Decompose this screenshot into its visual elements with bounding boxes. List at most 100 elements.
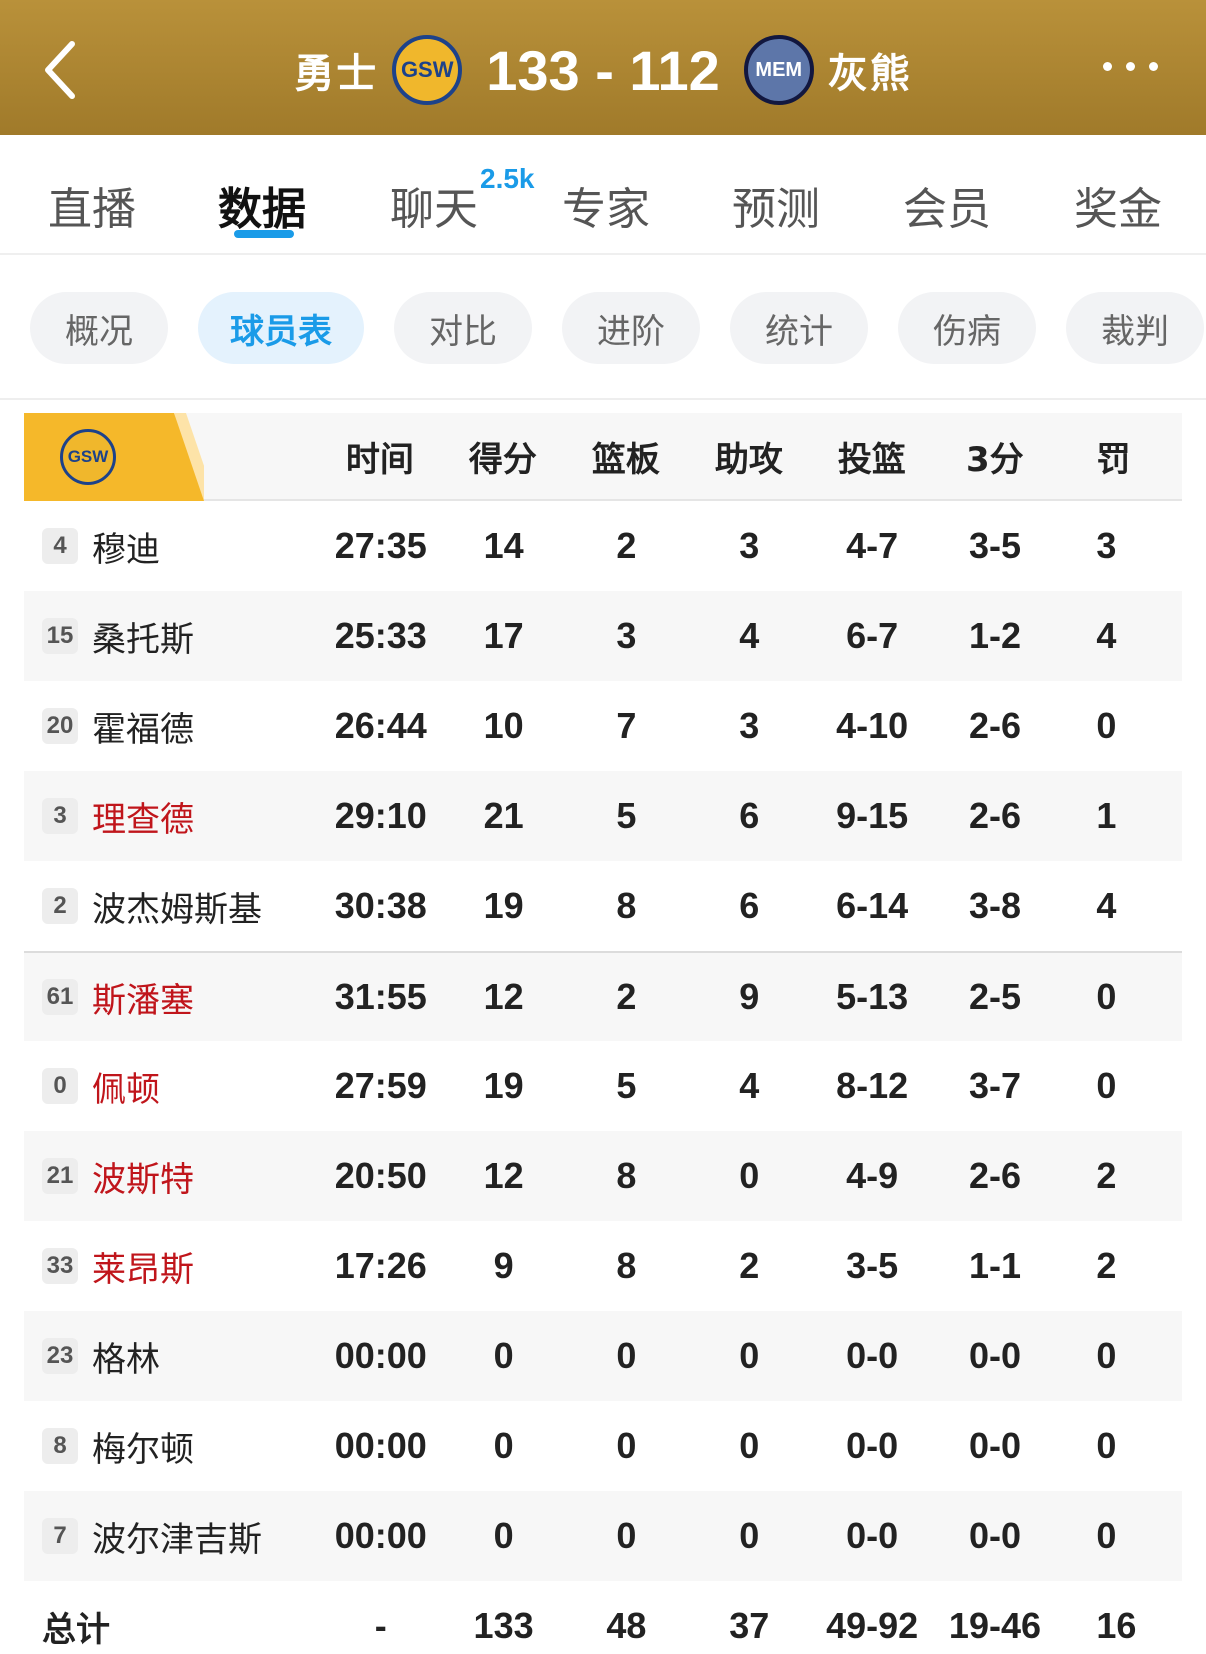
column-header[interactable]: 得分 (441, 413, 564, 499)
subtab-overview[interactable]: 概况 (30, 292, 168, 364)
stat-cell: 19 (483, 885, 524, 926)
player-cell[interactable]: 7 波尔津吉斯 (24, 1512, 319, 1561)
player-cell[interactable]: 4 穆迪 (24, 522, 319, 571)
stat-cell: 8 (616, 1245, 637, 1286)
player-cell[interactable]: 20 霍福德 (24, 702, 319, 751)
team-header-cell[interactable]: GSW (24, 413, 318, 501)
player-cell[interactable]: 0 佩顿 (24, 1062, 319, 1111)
table-header: GSW 时间 得分 篮板 助攻 投篮 3分 罚 (24, 413, 1182, 501)
jersey-number: 3 (42, 798, 78, 834)
player-name[interactable]: 佩顿 (92, 1062, 160, 1111)
player-name[interactable]: 理查德 (92, 792, 194, 841)
player-cell[interactable]: 33 莱昂斯 (24, 1242, 319, 1291)
stat-cell: 8-12 (836, 1065, 909, 1106)
column-header[interactable]: 3分 (933, 413, 1056, 499)
stat-cell: 0 (1096, 1335, 1117, 1376)
table-row[interactable]: 23 格林 00:00 0 0 0 0-0 0-0 0 (24, 1311, 1182, 1401)
player-cell[interactable]: 23 格林 (24, 1332, 319, 1381)
table-row[interactable]: 2 波杰姆斯基 30:38 19 8 6 6-14 3-8 4 (24, 861, 1182, 951)
home-team-name: 勇士 (294, 51, 379, 97)
tab-data[interactable]: 数据 (218, 173, 306, 237)
player-name[interactable]: 波杰姆斯基 (92, 882, 262, 931)
player-cell[interactable]: 8 梅尔顿 (24, 1422, 319, 1471)
table-row-total: 总计 - 133 48 37 49-92 19-46 16 (24, 1581, 1182, 1654)
tab-experts[interactable]: 专家 (562, 173, 650, 237)
stat-cell: 4 (1096, 615, 1117, 656)
stat-cell: 0 (1096, 1065, 1117, 1106)
stat-cell: 0-0 (846, 1335, 899, 1376)
player-name[interactable]: 霍福德 (92, 702, 194, 751)
table-row[interactable]: 7 波尔津吉斯 00:00 0 0 0 0-0 0-0 0 (24, 1491, 1182, 1581)
table-row[interactable]: 3 理查德 29:10 21 5 6 9-15 2-6 1 (24, 771, 1182, 861)
table-row[interactable]: 20 霍福德 26:44 10 7 3 4-10 2-6 0 (24, 681, 1182, 771)
column-header[interactable]: 时间 (318, 413, 441, 499)
stat-cell: 27:59 (334, 1065, 427, 1106)
player-cell[interactable]: 21 波斯特 (24, 1152, 319, 1201)
table-row[interactable]: 33 莱昂斯 17:26 9 8 2 3-5 1-1 2 (24, 1221, 1182, 1311)
stat-cell: 2 (616, 976, 637, 1017)
stat-cell: 6 (739, 795, 760, 836)
player-name[interactable]: 桑托斯 (92, 612, 194, 661)
column-header[interactable]: 罚 (1056, 413, 1182, 499)
stat-cell: 8 (616, 885, 637, 926)
stat-cell: 0-0 (846, 1515, 899, 1556)
subtab-advanced[interactable]: 进阶 (562, 292, 700, 364)
table-row[interactable]: 15 桑托斯 25:33 17 3 4 6-7 1-2 4 (24, 591, 1182, 681)
player-cell[interactable]: 2 波杰姆斯基 (24, 882, 319, 931)
away-team-name: 灰熊 (827, 51, 912, 97)
stat-cell: 10 (483, 705, 524, 746)
tab-predict[interactable]: 预测 (732, 173, 820, 237)
column-header[interactable]: 投篮 (810, 413, 933, 499)
column-header[interactable]: 篮板 (564, 413, 687, 499)
jersey-number: 15 (42, 618, 78, 654)
tab-member[interactable]: 会员 (903, 173, 991, 237)
stat-cell: 19 (483, 1065, 524, 1106)
jersey-number: 21 (42, 1158, 78, 1194)
subtab-injury[interactable]: 伤病 (898, 292, 1036, 364)
tab-live[interactable]: 直播 (48, 173, 136, 237)
more-menu-icon[interactable] (1103, 62, 1158, 71)
stat-cell: 3-5 (968, 525, 1021, 566)
subtab-compare[interactable]: 对比 (394, 292, 532, 364)
table-row[interactable]: 4 穆迪 27:35 14 2 3 4-7 3-5 3 (24, 501, 1182, 591)
sub-tab-bar: 概况 球员表 对比 进阶 统计 伤病 裁判 (30, 292, 1204, 364)
total-label-cell: 总计 (24, 1602, 319, 1651)
stat-cell: 0 (739, 1155, 760, 1196)
tab-bonus[interactable]: 奖金 (1074, 173, 1162, 237)
main-tab-bar: 直播 数据 聊天 2.5k 专家 预测 会员 奖金 (0, 135, 1206, 255)
stat-cell: 0 (493, 1335, 514, 1376)
table-row[interactable]: 0 佩顿 27:59 19 5 4 8-12 3-7 0 (24, 1041, 1182, 1131)
jersey-number: 2 (42, 888, 78, 924)
chat-count-badge: 2.5k (480, 163, 535, 194)
match-score-bar: 勇士 GSW 133 - 112 MEM 灰熊 (0, 30, 1206, 110)
jersey-number: 33 (42, 1248, 78, 1284)
table-row[interactable]: 21 波斯特 20:50 12 8 0 4-9 2-6 2 (24, 1131, 1182, 1221)
stat-cell: 17 (483, 615, 524, 656)
stat-cell: 0 (739, 1515, 760, 1556)
subtab-stats[interactable]: 统计 (730, 292, 868, 364)
stat-cell: 0-0 (846, 1425, 899, 1466)
subtab-referee[interactable]: 裁判 (1066, 292, 1204, 364)
player-name[interactable]: 斯潘塞 (92, 973, 194, 1022)
player-name[interactable]: 梅尔顿 (92, 1422, 194, 1471)
stat-cell: 4 (1096, 885, 1117, 926)
stat-cell: 2 (739, 1245, 760, 1286)
tab-chat[interactable]: 聊天 (390, 173, 478, 237)
total-stat-cell: 19-46 (948, 1605, 1041, 1646)
player-name[interactable]: 格林 (92, 1332, 160, 1381)
subtab-boxscore[interactable]: 球员表 (198, 292, 364, 364)
player-name[interactable]: 莱昂斯 (92, 1242, 194, 1291)
table-row[interactable]: 8 梅尔顿 00:00 0 0 0 0-0 0-0 0 (24, 1401, 1182, 1491)
stat-cell: 1-1 (968, 1245, 1021, 1286)
player-name[interactable]: 波斯特 (92, 1152, 194, 1201)
player-cell[interactable]: 15 桑托斯 (24, 612, 319, 661)
player-name[interactable]: 穆迪 (92, 522, 160, 571)
player-cell[interactable]: 3 理查德 (24, 792, 319, 841)
column-header[interactable]: 助攻 (687, 413, 810, 499)
stat-cell: 5 (616, 1065, 637, 1106)
player-name[interactable]: 波尔津吉斯 (92, 1512, 262, 1561)
stat-cell: 0 (1096, 1425, 1117, 1466)
player-cell[interactable]: 61 斯潘塞 (24, 973, 319, 1022)
section-divider (0, 398, 1206, 400)
table-row[interactable]: 61 斯潘塞 31:55 12 2 9 5-13 2-5 0 (24, 951, 1182, 1041)
